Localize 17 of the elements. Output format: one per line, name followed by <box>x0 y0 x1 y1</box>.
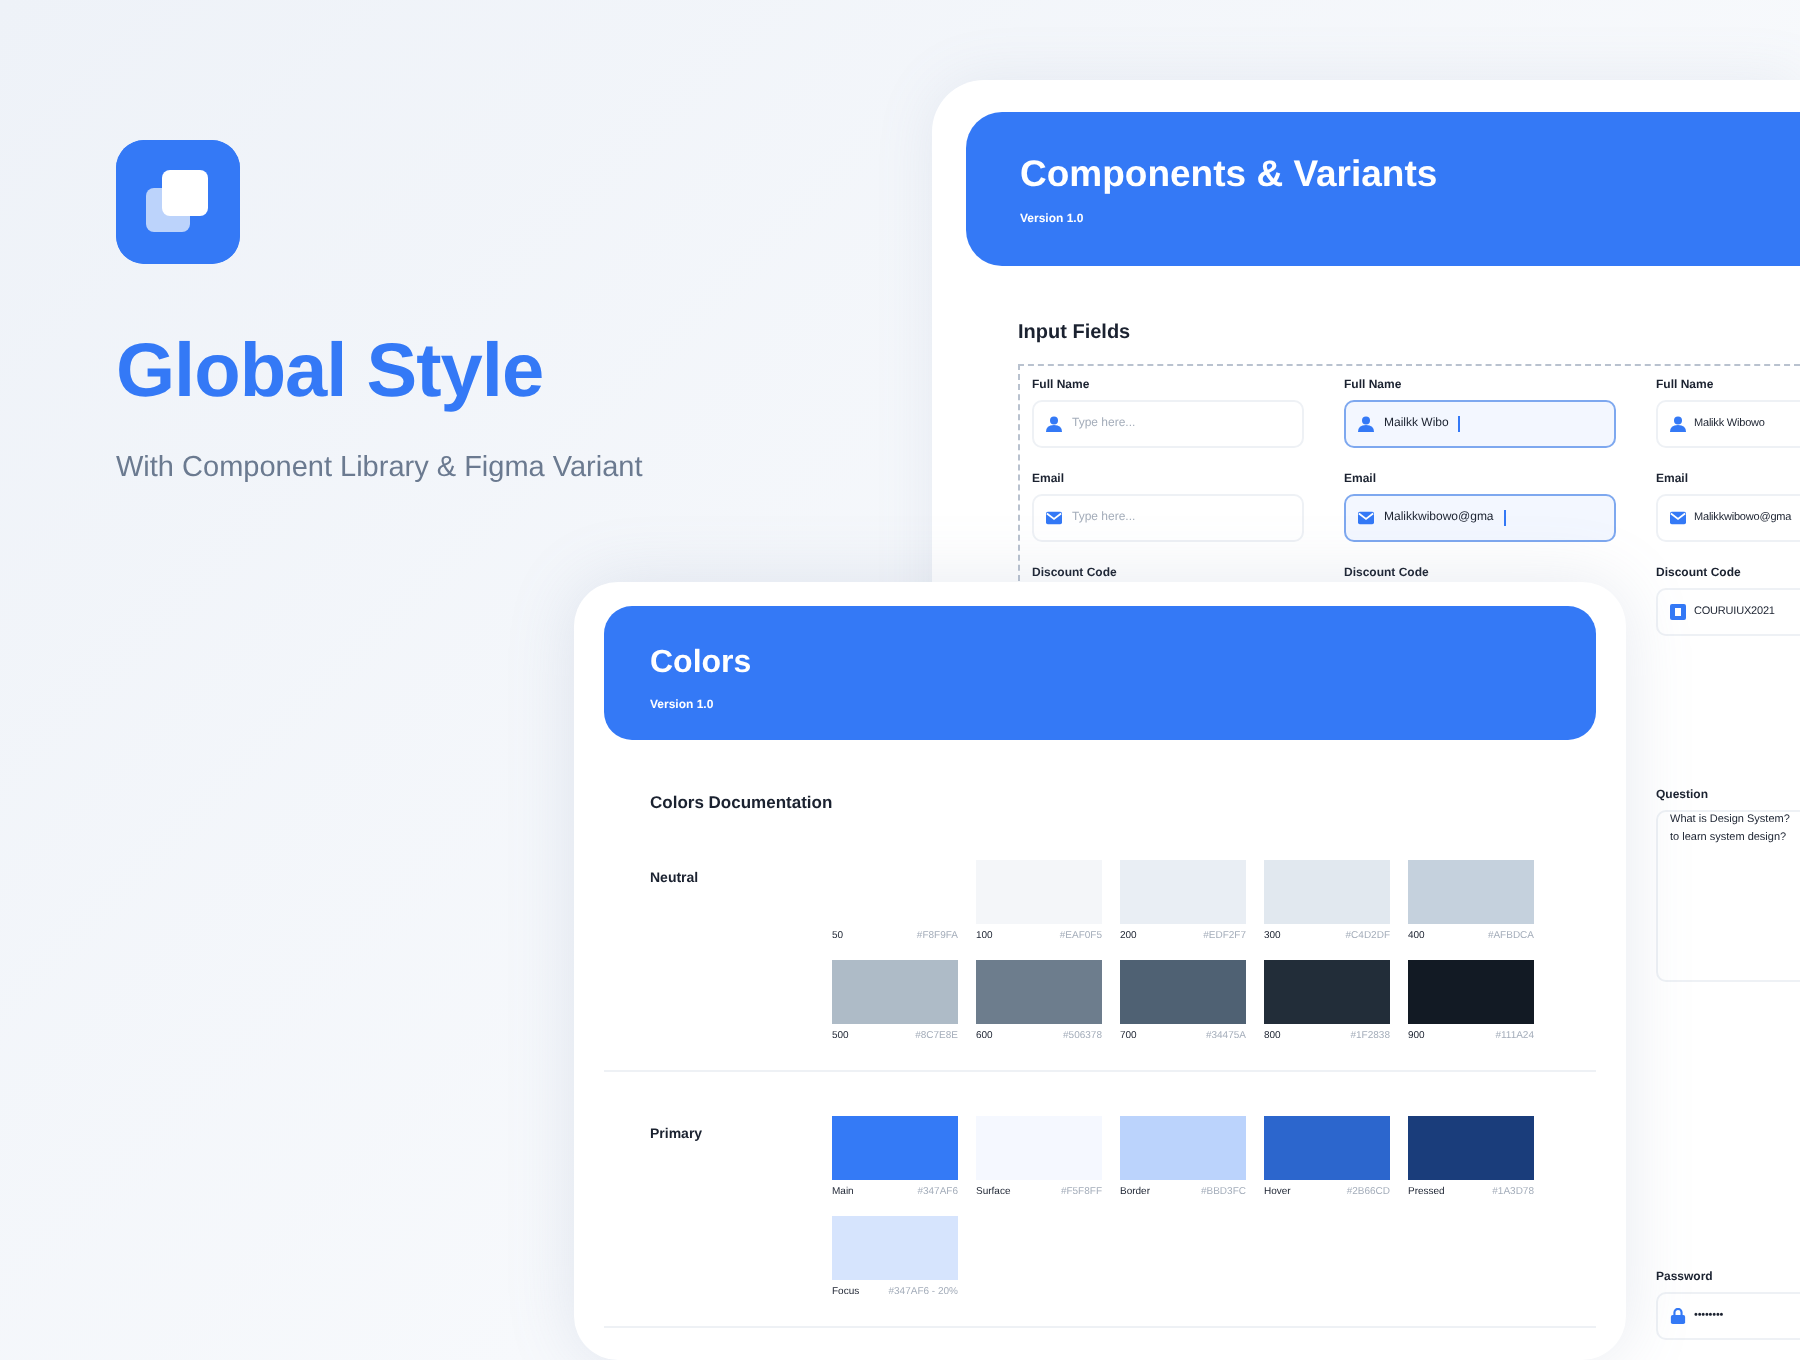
text-cursor <box>1458 416 1461 432</box>
logo-icon <box>116 140 240 264</box>
lock-icon <box>1670 1308 1686 1324</box>
envelope-icon <box>1046 510 1062 526</box>
person-icon <box>1670 416 1686 432</box>
card-title: Components & Variants <box>1020 152 1440 197</box>
section-title: Colors Documentation <box>650 790 835 816</box>
envelope-icon <box>1358 510 1374 526</box>
ticket-icon <box>1670 604 1686 620</box>
page-title: Global Style <box>116 328 546 418</box>
person-icon <box>1046 416 1062 432</box>
person-icon <box>1358 416 1374 432</box>
page-subtitle: With Component Library & Figma Variant <box>116 449 643 488</box>
card-title: Colors <box>650 644 754 683</box>
envelope-icon <box>1670 510 1686 526</box>
section-title: Input Fields <box>1018 320 1133 348</box>
text-cursor <box>1503 510 1506 526</box>
